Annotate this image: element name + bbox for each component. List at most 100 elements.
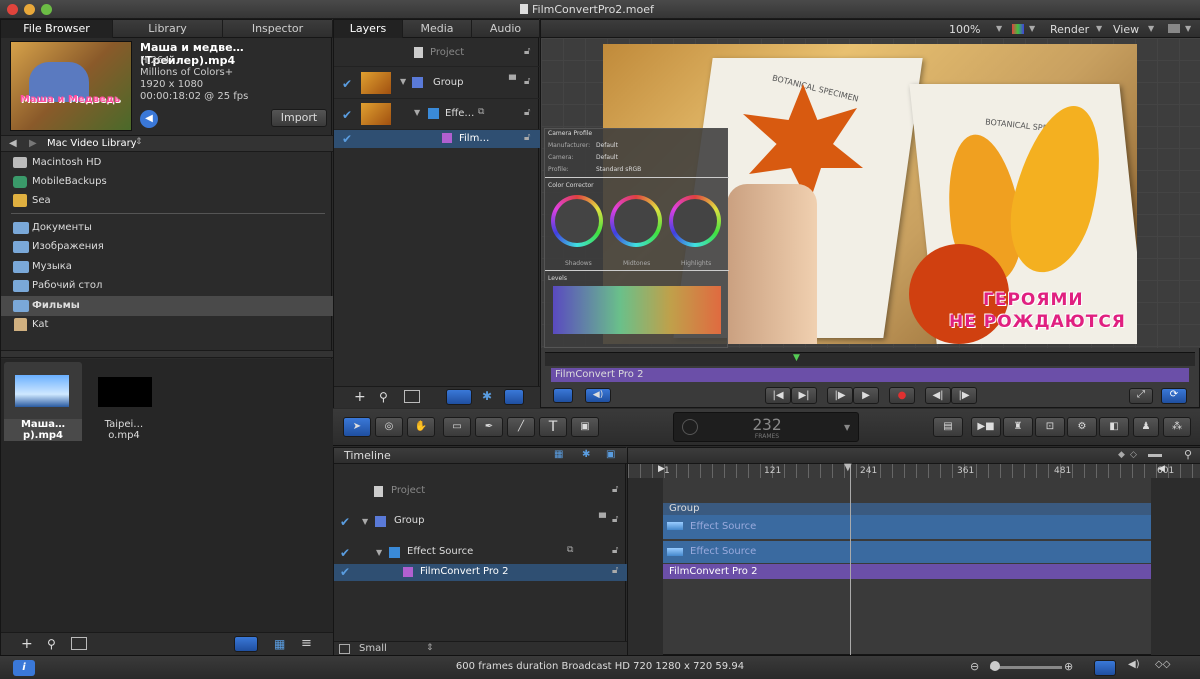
- checkbox-icon[interactable]: ✔: [342, 109, 354, 121]
- zoom-slider-track[interactable]: [990, 666, 1062, 669]
- checkbox-icon[interactable]: ✔: [342, 78, 354, 90]
- preview-thumbnail[interactable]: Маша и Медведь: [10, 41, 132, 131]
- disclosure-triangle-icon[interactable]: ▼: [362, 517, 368, 526]
- play-region-icon[interactable]: [553, 388, 573, 403]
- select-tool-icon[interactable]: ➤: [343, 417, 371, 437]
- fullscreen-icon[interactable]: ⤢: [1129, 388, 1153, 404]
- hud-manufacturer-value[interactable]: Default: [596, 142, 618, 149]
- loop-icon[interactable]: ⟳: [1161, 388, 1187, 404]
- minimize-button[interactable]: [24, 4, 35, 15]
- color-channels-icon[interactable]: [1012, 24, 1024, 34]
- text-tool-icon[interactable]: T: [539, 417, 567, 437]
- tab-audio[interactable]: Audio: [472, 20, 540, 38]
- add-icon[interactable]: +: [21, 636, 33, 652]
- timeline-bar-film[interactable]: FilmConvert Pro 2: [663, 564, 1151, 579]
- clone-icon[interactable]: ⧉: [567, 545, 573, 555]
- search-icon[interactable]: ⚲: [379, 390, 388, 404]
- replicator-icon[interactable]: ♟: [1133, 417, 1159, 437]
- lock-icon[interactable]: 🔓︎: [612, 514, 618, 525]
- panel-splitter[interactable]: [1, 350, 333, 358]
- search-icon[interactable]: ⚲: [47, 637, 56, 651]
- blend-icon[interactable]: ▀: [599, 514, 606, 524]
- timeline-bar-effect-1[interactable]: Effect Source: [663, 515, 1151, 539]
- tab-file-browser[interactable]: File Browser: [1, 20, 113, 38]
- preview-icon[interactable]: [71, 637, 87, 650]
- location-label[interactable]: Mac Video Library: [47, 138, 137, 149]
- lock-icon[interactable]: 🔓︎: [612, 545, 618, 556]
- timeline-row-film[interactable]: ✔ FilmConvert Pro 2 🔓︎: [334, 564, 627, 581]
- timeline-bar-group[interactable]: Group: [663, 503, 1151, 515]
- zoom-slider[interactable]: [1148, 454, 1162, 457]
- timeline-bar-effect-2[interactable]: Effect Source: [663, 541, 1151, 563]
- layer-row-project[interactable]: Project 🔓︎: [334, 39, 540, 67]
- keyframe-icon[interactable]: ◇: [1130, 450, 1137, 460]
- lock-icon[interactable]: 🔓︎: [524, 107, 530, 118]
- sidebar-item-music[interactable]: Музыка: [1, 257, 333, 277]
- disclosure-triangle-icon[interactable]: ▼: [414, 108, 420, 117]
- paint-tool-icon[interactable]: ╱: [507, 417, 535, 437]
- mini-timeline-ruler[interactable]: ▼: [545, 352, 1195, 366]
- filmstrip-icon[interactable]: ▦: [554, 449, 563, 460]
- location-chevron-icon[interactable]: ⇕: [135, 137, 143, 147]
- lock-icon[interactable]: 🔓︎: [524, 46, 530, 57]
- blend-icon[interactable]: ▀: [509, 76, 516, 86]
- sidebar-item-documents[interactable]: Документы: [1, 218, 333, 238]
- mini-timeline-bar[interactable]: FilmConvert Pro 2: [551, 368, 1189, 382]
- mask-icon[interactable]: ◧: [1099, 417, 1129, 437]
- lock-icon[interactable]: 🔓︎: [612, 565, 618, 576]
- clone-icon[interactable]: ⧉: [478, 107, 484, 117]
- preview-icon[interactable]: [404, 390, 420, 403]
- sidebar-item-macintosh-hd[interactable]: Macintosh HD: [1, 153, 333, 173]
- inspect-icon[interactable]: ▤: [933, 417, 963, 437]
- hud-camera-value[interactable]: Default: [596, 154, 618, 161]
- lock-icon[interactable]: 🔓︎: [612, 484, 618, 495]
- record-icon[interactable]: ●: [889, 387, 915, 404]
- go-to-start-icon[interactable]: |◀: [765, 387, 791, 404]
- layout-icon[interactable]: [1168, 24, 1180, 33]
- add-icon[interactable]: +: [354, 389, 366, 405]
- generator-icon[interactable]: ⊡: [1035, 417, 1065, 437]
- file-tile[interactable]: Taipei…o.mp4: [89, 362, 167, 441]
- tab-media[interactable]: Media: [403, 20, 472, 38]
- play-icon[interactable]: ▶: [853, 387, 879, 404]
- highlights-wheel[interactable]: [669, 195, 721, 247]
- keyframe-nav-icon[interactable]: ◆: [1118, 450, 1125, 460]
- previous-frame-icon[interactable]: |▶: [827, 387, 853, 404]
- audio-icon[interactable]: ◀): [1128, 659, 1140, 670]
- zoom-in-icon[interactable]: ⊕: [1064, 660, 1073, 673]
- timeline-row-group[interactable]: ✔ ▼ Group ▀ 🔓︎: [334, 511, 627, 533]
- layer-row-effect[interactable]: ✔ ▼ Effe… ⧉ 🔓︎: [334, 100, 540, 130]
- forward-arrow-icon[interactable]: ▶: [29, 138, 37, 149]
- timeline-row-effect[interactable]: ✔ ▼ Effect Source ⧉ 🔓︎: [334, 542, 627, 564]
- search-icon[interactable]: ⚲: [1184, 448, 1192, 461]
- file-tile-selected[interactable]: Маша…р).mp4: [4, 362, 82, 441]
- list-view-toggle-icon[interactable]: [234, 636, 258, 652]
- snapping-icon[interactable]: [1094, 660, 1116, 676]
- tab-inspector[interactable]: Inspector: [223, 20, 333, 38]
- camera-icon[interactable]: ▶■: [971, 417, 1001, 437]
- keyframes-icon[interactable]: ◇◇: [1155, 659, 1170, 670]
- import-button[interactable]: Import: [271, 109, 327, 127]
- checkbox-icon[interactable]: ✔: [342, 133, 354, 145]
- disclosure-triangle-icon[interactable]: ▼: [400, 77, 406, 86]
- out-point-marker-icon[interactable]: ◀: [1158, 464, 1165, 474]
- pan-tool-icon[interactable]: ◎: [375, 417, 403, 437]
- timeline-ruler[interactable]: 1 121 241 361 481 601 ▶ ◀: [628, 464, 1200, 478]
- layer-row-group[interactable]: ✔ ▼ Group ▀ 🔓︎: [334, 69, 540, 99]
- layer-row-film[interactable]: ✔ Film… 🔓︎: [334, 130, 540, 148]
- playhead-icon[interactable]: ▼: [793, 353, 800, 363]
- sidebar-item-desktop[interactable]: Рабочий стол: [1, 276, 333, 296]
- tab-library[interactable]: Library: [113, 20, 223, 38]
- filmconvert-hud[interactable]: Camera Profile Manufacturer: Default Cam…: [544, 128, 729, 348]
- lock-icon[interactable]: 🔓︎: [524, 76, 530, 87]
- step-back-icon[interactable]: ◀|: [925, 387, 951, 404]
- zoom-button[interactable]: [41, 4, 52, 15]
- go-to-end-icon[interactable]: ▶|: [791, 387, 817, 404]
- checkbox-icon[interactable]: ✔: [340, 566, 352, 578]
- chevron-down-icon[interactable]: ▼: [844, 423, 850, 432]
- zoom-dropdown[interactable]: 100%: [949, 23, 980, 36]
- gear-icon[interactable]: ✱: [482, 389, 492, 403]
- layers-icon[interactable]: ▣: [606, 449, 615, 460]
- audio-toggle-icon[interactable]: ◀): [585, 388, 611, 403]
- checkbox-icon[interactable]: ✔: [340, 547, 352, 559]
